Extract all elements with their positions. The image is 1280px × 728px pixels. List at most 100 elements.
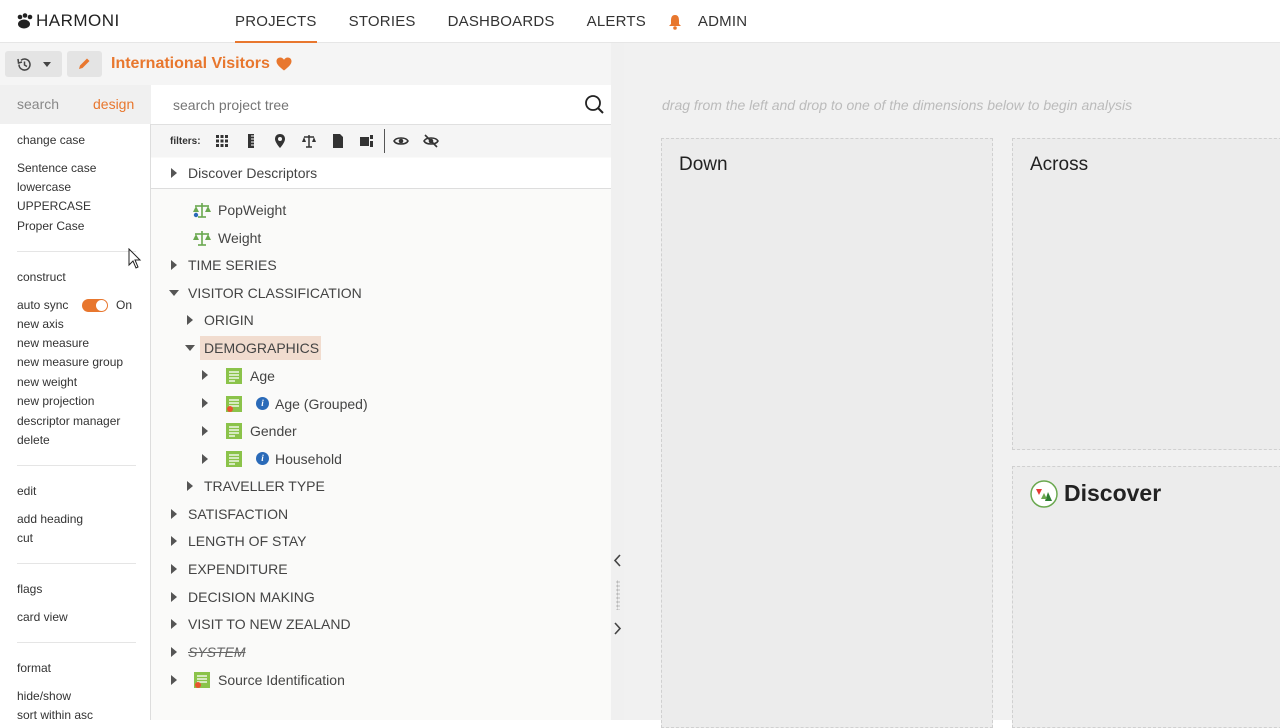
search-input[interactable] bbox=[173, 97, 553, 113]
new-projection-option[interactable]: new projection bbox=[17, 394, 94, 408]
sentence-case-option[interactable]: Sentence case bbox=[17, 161, 96, 175]
tree-item-popweight[interactable]: PopWeight bbox=[218, 202, 286, 218]
tree-item-demographics[interactable]: DEMOGRAPHICS bbox=[204, 340, 319, 356]
tree-item-time-series[interactable]: TIME SERIES bbox=[188, 257, 277, 273]
expand-icon[interactable] bbox=[202, 426, 208, 436]
tree-item-length-of-stay[interactable]: LENGTH OF STAY bbox=[188, 533, 307, 549]
tree-item-age-grouped[interactable]: Age (Grouped) bbox=[275, 396, 368, 412]
grid-filter-icon[interactable] bbox=[214, 133, 230, 149]
add-heading-option[interactable]: add heading bbox=[17, 512, 83, 526]
across-drop-zone[interactable] bbox=[1012, 138, 1280, 450]
document-filter-icon[interactable] bbox=[330, 133, 346, 149]
ruler-filter-icon[interactable] bbox=[243, 133, 259, 149]
eye-icon[interactable] bbox=[393, 133, 409, 149]
expand-icon[interactable] bbox=[187, 481, 193, 491]
card-view-option[interactable]: card view bbox=[17, 610, 68, 624]
proper-case-option[interactable]: Proper Case bbox=[17, 219, 84, 233]
info-icon[interactable]: i bbox=[256, 452, 269, 465]
nav-admin[interactable]: ADMIN bbox=[698, 0, 747, 43]
expand-icon[interactable] bbox=[171, 509, 177, 519]
new-axis-option[interactable]: new axis bbox=[17, 317, 64, 331]
collapse-icon[interactable] bbox=[169, 290, 179, 296]
expand-icon[interactable] bbox=[171, 564, 177, 574]
tree-item-gender[interactable]: Gender bbox=[250, 423, 297, 439]
tree-item-system[interactable]: SYSTEM bbox=[188, 644, 246, 660]
history-button[interactable] bbox=[5, 51, 62, 77]
format-heading[interactable]: format bbox=[17, 661, 51, 675]
tree-item-satisfaction[interactable]: SATISFACTION bbox=[188, 506, 288, 522]
divider bbox=[17, 465, 136, 466]
divider bbox=[17, 251, 136, 252]
delete-option[interactable]: delete bbox=[17, 433, 50, 447]
cut-option[interactable]: cut bbox=[17, 531, 33, 545]
expand-icon[interactable] bbox=[171, 168, 177, 178]
bell-icon[interactable] bbox=[668, 14, 682, 30]
tree-item-expenditure[interactable]: EXPENDITURE bbox=[188, 561, 288, 577]
new-weight-option[interactable]: new weight bbox=[17, 375, 77, 389]
scale-filter-icon[interactable] bbox=[301, 133, 317, 149]
down-drop-zone[interactable] bbox=[661, 138, 993, 728]
expand-icon[interactable] bbox=[171, 619, 177, 629]
chevron-left-icon[interactable] bbox=[613, 554, 622, 567]
divider bbox=[17, 563, 136, 564]
nav-projects[interactable]: PROJECTS bbox=[235, 0, 317, 43]
tab-design[interactable]: design bbox=[93, 96, 134, 112]
descriptor-icon bbox=[226, 423, 242, 439]
expand-icon[interactable] bbox=[202, 454, 208, 464]
auto-sync-label: auto sync bbox=[17, 298, 69, 312]
tree-item-source-identification[interactable]: Source Identification bbox=[218, 672, 345, 688]
tree-item-decision-making[interactable]: DECISION MAKING bbox=[188, 589, 315, 605]
tree-item-discover-descriptors[interactable]: Discover Descriptors bbox=[188, 165, 317, 181]
lowercase-option[interactable]: lowercase bbox=[17, 180, 71, 194]
nav-dashboards[interactable]: DASHBOARDS bbox=[448, 0, 555, 43]
tree-item-visit-nz[interactable]: VISIT TO NEW ZEALAND bbox=[188, 616, 351, 632]
chevron-right-icon[interactable] bbox=[613, 622, 622, 635]
expand-icon[interactable] bbox=[171, 647, 177, 657]
construct-heading[interactable]: construct bbox=[17, 270, 66, 284]
descriptor-manager-option[interactable]: descriptor manager bbox=[17, 414, 120, 428]
collapse-icon[interactable] bbox=[185, 345, 195, 351]
expand-icon[interactable] bbox=[171, 675, 177, 685]
harmoni-logo[interactable]: HARMONI bbox=[16, 11, 120, 31]
uppercase-option[interactable]: UPPERCASE bbox=[17, 199, 91, 213]
project-title: International Visitors bbox=[111, 55, 292, 73]
expand-icon[interactable] bbox=[171, 592, 177, 602]
eye-off-icon[interactable] bbox=[423, 133, 439, 149]
auto-sync-toggle[interactable] bbox=[82, 299, 108, 312]
edit-heading[interactable]: edit bbox=[17, 484, 36, 498]
nav-stories[interactable]: STORIES bbox=[349, 0, 416, 43]
expand-icon[interactable] bbox=[171, 536, 177, 546]
pencil-icon bbox=[79, 58, 90, 69]
expand-icon[interactable] bbox=[202, 398, 208, 408]
expand-icon[interactable] bbox=[187, 315, 193, 325]
tree-item-traveller-type[interactable]: TRAVELLER TYPE bbox=[204, 478, 325, 494]
location-filter-icon[interactable] bbox=[272, 133, 288, 149]
tree-item-visitor-classification[interactable]: VISITOR CLASSIFICATION bbox=[188, 285, 362, 301]
weight-scale-icon bbox=[193, 231, 211, 246]
change-case-heading[interactable]: change case bbox=[17, 133, 85, 147]
panel-splitter[interactable] bbox=[611, 43, 624, 720]
heart-icon[interactable] bbox=[276, 57, 292, 71]
project-title-text: International Visitors bbox=[111, 55, 270, 72]
layout-filter-icon[interactable] bbox=[359, 133, 375, 149]
expand-icon[interactable] bbox=[202, 370, 208, 380]
new-measure-option[interactable]: new measure bbox=[17, 336, 89, 350]
info-icon[interactable]: i bbox=[256, 397, 269, 410]
new-measure-group-option[interactable]: new measure group bbox=[17, 355, 123, 369]
tab-search[interactable]: search bbox=[17, 96, 59, 112]
edit-button[interactable] bbox=[67, 51, 102, 77]
filter-separator bbox=[384, 129, 385, 153]
nav-alerts[interactable]: ALERTS bbox=[587, 0, 646, 43]
tree-item-household[interactable]: Household bbox=[275, 451, 342, 467]
auto-sync-state: On bbox=[116, 298, 133, 312]
tree-item-age[interactable]: Age bbox=[250, 368, 275, 384]
across-title: Across bbox=[1030, 154, 1089, 175]
history-icon bbox=[17, 58, 31, 71]
hide-show-option[interactable]: hide/show bbox=[17, 689, 71, 703]
flags-heading[interactable]: flags bbox=[17, 582, 42, 596]
drag-handle-icon[interactable] bbox=[616, 580, 620, 610]
tree-item-weight[interactable]: Weight bbox=[218, 230, 261, 246]
search-icon[interactable] bbox=[584, 94, 604, 114]
tree-item-origin[interactable]: ORIGIN bbox=[204, 312, 254, 328]
expand-icon[interactable] bbox=[171, 260, 177, 270]
